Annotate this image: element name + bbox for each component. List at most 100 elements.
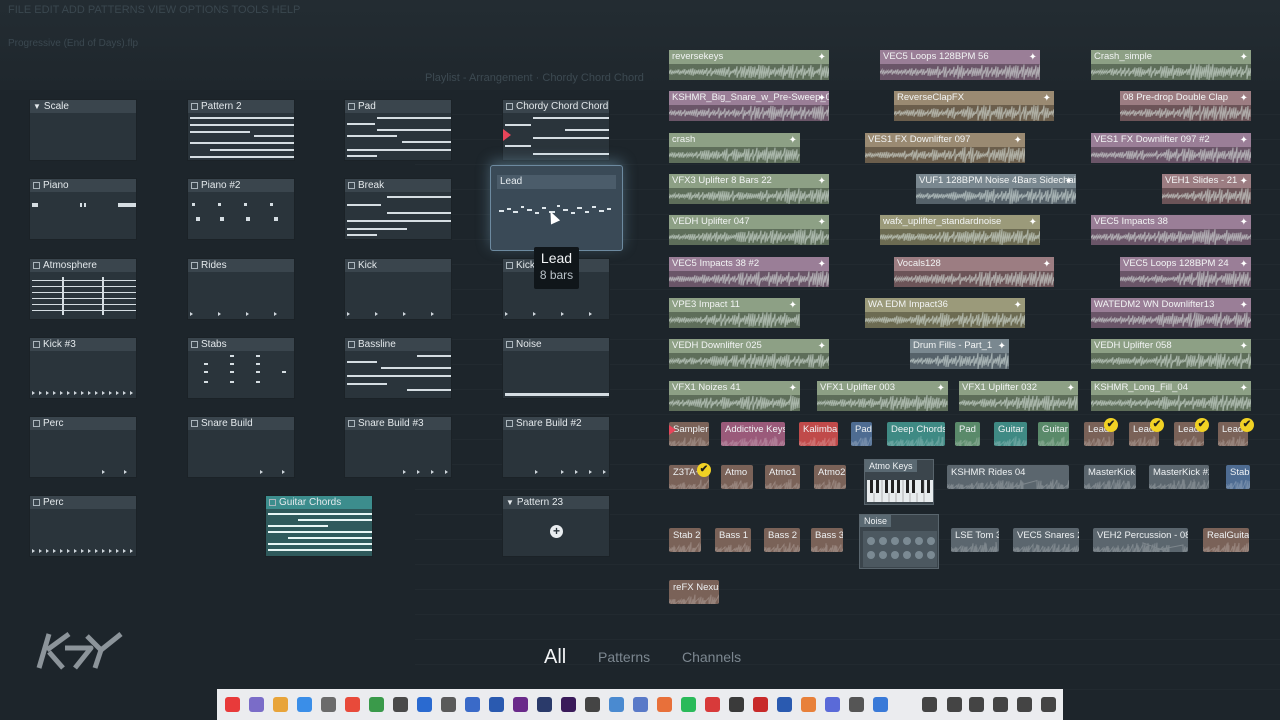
- channel-button[interactable]: VEC5 Snares 22: [1013, 528, 1079, 552]
- pattern-tile-piano-2[interactable]: Piano #2: [187, 178, 295, 240]
- clip-menu-icon[interactable]: ✦: [818, 92, 826, 105]
- audio-clip[interactable]: VPE3 Impact 11 ✦: [669, 298, 800, 328]
- channel-button[interactable]: Guitar: [994, 422, 1027, 446]
- pattern-tile-kick-3[interactable]: Kick #3: [29, 337, 137, 399]
- app-icon[interactable]: [465, 697, 480, 712]
- fl-studio-icon[interactable]: [801, 697, 816, 712]
- pattern-tile-lead-focused[interactable]: Lead: [490, 165, 623, 251]
- pattern-tile-noise[interactable]: Noise: [502, 337, 610, 399]
- audio-clip[interactable]: VFX3 Uplifter 8 Bars 22 ✦: [669, 174, 829, 204]
- pattern-tile-perc-2[interactable]: Perc: [29, 495, 137, 557]
- app-icon[interactable]: [705, 697, 720, 712]
- pattern-tile-guitar-chords[interactable]: Guitar Chords: [265, 495, 373, 557]
- spotify-icon[interactable]: [681, 697, 696, 712]
- chrome-icon[interactable]: [273, 697, 288, 712]
- tray-icon[interactable]: [1041, 697, 1056, 712]
- channel-button[interactable]: Stab: [1226, 465, 1250, 489]
- channel-button[interactable]: Deep Chords: [887, 422, 945, 446]
- clip-menu-icon[interactable]: ✦: [1240, 340, 1248, 353]
- premiere-icon[interactable]: [513, 697, 528, 712]
- channel-button[interactable]: Pad: [851, 422, 872, 446]
- clip-menu-icon[interactable]: ✦: [1067, 382, 1075, 395]
- tray-icon[interactable]: [969, 697, 984, 712]
- pattern-tile-piano[interactable]: Piano: [29, 178, 137, 240]
- audio-clip[interactable]: wafx_uplifter_standardnoise ✦: [880, 215, 1040, 245]
- audio-clip[interactable]: crash ✦: [669, 133, 800, 163]
- word-icon[interactable]: [489, 697, 504, 712]
- acrobat-icon[interactable]: [753, 697, 768, 712]
- clip-menu-icon[interactable]: ✦: [1014, 134, 1022, 147]
- pattern-tile-perc[interactable]: Perc: [29, 416, 137, 478]
- clip-menu-icon[interactable]: ✦: [789, 299, 797, 312]
- clip-menu-icon[interactable]: ✦: [1240, 175, 1248, 188]
- channel-noise[interactable]: Noise: [859, 514, 939, 569]
- app-icon[interactable]: [873, 697, 888, 712]
- after-effects-icon[interactable]: [561, 697, 576, 712]
- channel-button[interactable]: RealGuitar: [1203, 528, 1249, 552]
- tab-patterns[interactable]: Patterns: [598, 649, 650, 665]
- clip-menu-icon[interactable]: ✦: [1043, 92, 1051, 105]
- audio-clip[interactable]: VEDH Uplifter 058 ✦: [1091, 339, 1251, 369]
- audio-clip[interactable]: VES1 FX Downlifter 097 ✦: [865, 133, 1025, 163]
- channel-button[interactable]: Atmo: [721, 465, 753, 489]
- channel-button[interactable]: reFX Nexus: [669, 580, 719, 604]
- audio-clip[interactable]: KSHMR_Long_Fill_04 ✦: [1091, 381, 1251, 411]
- channel-button[interactable]: Bass 3: [811, 528, 843, 552]
- clip-menu-icon[interactable]: ✦: [998, 340, 1006, 353]
- obs-icon[interactable]: [585, 697, 600, 712]
- audio-clip[interactable]: VUF1 128BPM Noise 4Bars Sidechain ✦: [916, 174, 1076, 204]
- channel-button[interactable]: VEH2 Percussion - 087: [1093, 528, 1188, 552]
- tab-all[interactable]: All: [544, 646, 566, 669]
- audio-clip[interactable]: VEH1 Slides - 21 ✦: [1162, 174, 1251, 204]
- pattern-tile-snare-build[interactable]: Snare Build: [187, 416, 295, 478]
- channel-button[interactable]: Atmo2: [814, 465, 846, 489]
- clip-menu-icon[interactable]: ✦: [818, 175, 826, 188]
- channel-button[interactable]: MasterKick #2: [1149, 465, 1209, 489]
- audio-clip[interactable]: VEC5 Impacts 38 #2 ✦: [669, 257, 829, 287]
- clip-menu-icon[interactable]: ✦: [789, 382, 797, 395]
- app-icon[interactable]: [609, 697, 624, 712]
- tray-icon[interactable]: [922, 697, 937, 712]
- clip-menu-icon[interactable]: ✦: [1029, 216, 1037, 229]
- tray-icon[interactable]: [993, 697, 1008, 712]
- tab-channels[interactable]: Channels: [682, 649, 741, 665]
- photoshop-icon[interactable]: [537, 697, 552, 712]
- clip-menu-icon[interactable]: ✦: [1240, 216, 1248, 229]
- vlc-icon[interactable]: [657, 697, 672, 712]
- audio-clip[interactable]: WA EDM Impact36 ✦: [865, 298, 1025, 328]
- audio-clip[interactable]: VFX1 Uplifter 032 ✦: [959, 381, 1078, 411]
- audio-clip[interactable]: Vocals128 ✦: [894, 257, 1054, 287]
- audio-clip[interactable]: ReverseClapFX ✦: [894, 91, 1054, 121]
- pattern-tile-kick[interactable]: Kick: [344, 258, 452, 320]
- audio-clip[interactable]: VFX1 Noizes 41 ✦: [669, 381, 800, 411]
- audio-clip[interactable]: VEC5 Impacts 38 ✦: [1091, 215, 1251, 245]
- app-icon[interactable]: [633, 697, 648, 712]
- pattern-tile-chordy-chord-chord[interactable]: Chordy Chord Chord: [502, 99, 610, 161]
- audio-clip[interactable]: Crash_simple ✦: [1091, 50, 1251, 80]
- channel-atmo-keys[interactable]: Atmo Keys: [864, 459, 934, 505]
- discord-icon[interactable]: [825, 697, 840, 712]
- word-icon[interactable]: [777, 697, 792, 712]
- clip-menu-icon[interactable]: ✦: [818, 340, 826, 353]
- clip-menu-icon[interactable]: ✦: [1065, 175, 1073, 188]
- vscode-icon[interactable]: [417, 697, 432, 712]
- channel-button[interactable]: Bass 2: [764, 528, 800, 552]
- clip-menu-icon[interactable]: ✦: [1043, 258, 1051, 271]
- audio-clip[interactable]: Drum Fills - Part_1 ✦: [910, 339, 1009, 369]
- app-icon[interactable]: [249, 697, 264, 712]
- clip-menu-icon[interactable]: ✦: [818, 216, 826, 229]
- channel-button[interactable]: MasterKick: [1084, 465, 1136, 489]
- channel-button[interactable]: Stab 2: [669, 528, 701, 552]
- tray-icon[interactable]: [947, 697, 962, 712]
- audio-clip[interactable]: VES1 FX Downlifter 097 #2 ✦: [1091, 133, 1251, 163]
- pattern-tile-atmosphere[interactable]: Atmosphere: [29, 258, 137, 320]
- clip-menu-icon[interactable]: ✦: [1014, 299, 1022, 312]
- pattern-tile-stabs[interactable]: Stabs: [187, 337, 295, 399]
- pattern-tile-snare-build-2[interactable]: Snare Build #2: [502, 416, 610, 478]
- channel-button[interactable]: Bass 1: [715, 528, 751, 552]
- audio-clip[interactable]: VEDH Uplifter 047 ✦: [669, 215, 829, 245]
- pattern-tile-scale[interactable]: ▼ Scale: [29, 99, 137, 161]
- pattern-tile-pad[interactable]: Pad: [344, 99, 452, 161]
- clip-menu-icon[interactable]: ✦: [789, 134, 797, 147]
- channel-button[interactable]: Addictive Keys: [721, 422, 785, 446]
